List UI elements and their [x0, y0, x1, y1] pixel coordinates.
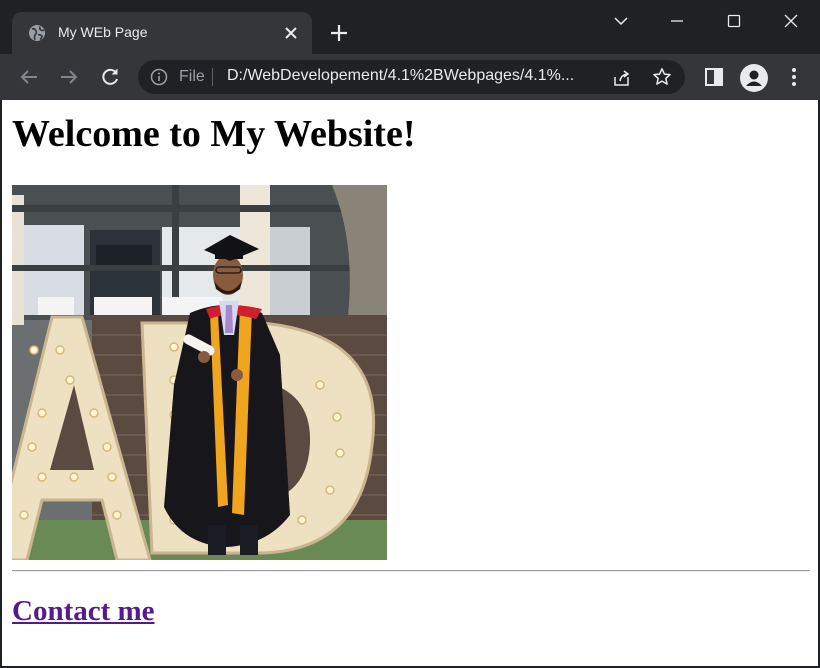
info-icon[interactable]	[150, 68, 168, 86]
minimize-icon[interactable]	[664, 8, 690, 34]
graduate-in-gown-photo	[12, 185, 387, 560]
url-text[interactable]: D:/WebDevelopement/4.1%2BWebpages/4.1%..…	[227, 67, 600, 85]
contact-me-link[interactable]: Contact me	[12, 595, 155, 628]
plus-icon[interactable]	[328, 22, 350, 44]
page-heading: Welcome to My Website!	[12, 113, 416, 155]
side-panel-icon[interactable]	[702, 65, 726, 89]
page-viewport: Welcome to My Website! Contact me	[2, 100, 818, 666]
active-tab[interactable]: My WEb Page	[12, 12, 312, 54]
maximize-icon[interactable]	[721, 8, 747, 34]
globe-icon	[29, 25, 45, 41]
profile-avatar[interactable]	[740, 64, 768, 92]
star-icon[interactable]	[652, 67, 672, 87]
address-bar[interactable]: File D:/WebDevelopement/4.1%2BWebpages/4…	[138, 60, 685, 94]
arrow-right-icon[interactable]	[57, 65, 81, 89]
browser-toolbar: File D:/WebDevelopement/4.1%2BWebpages/4…	[0, 54, 820, 100]
arrow-left-icon[interactable]	[17, 65, 41, 89]
scheme-label: File	[179, 68, 205, 85]
horizontal-rule	[12, 570, 810, 572]
tab-close-icon[interactable]	[282, 24, 300, 42]
omnibox-divider	[212, 68, 213, 86]
kebab-menu-icon[interactable]	[782, 65, 806, 89]
close-icon[interactable]	[778, 8, 804, 34]
reload-icon[interactable]	[98, 65, 122, 89]
title-bar: My WEb Page	[0, 0, 820, 54]
share-icon[interactable]	[612, 68, 632, 88]
person-icon	[746, 70, 762, 86]
chevron-down-icon[interactable]	[608, 8, 634, 34]
tab-title: My WEb Page	[58, 24, 148, 40]
